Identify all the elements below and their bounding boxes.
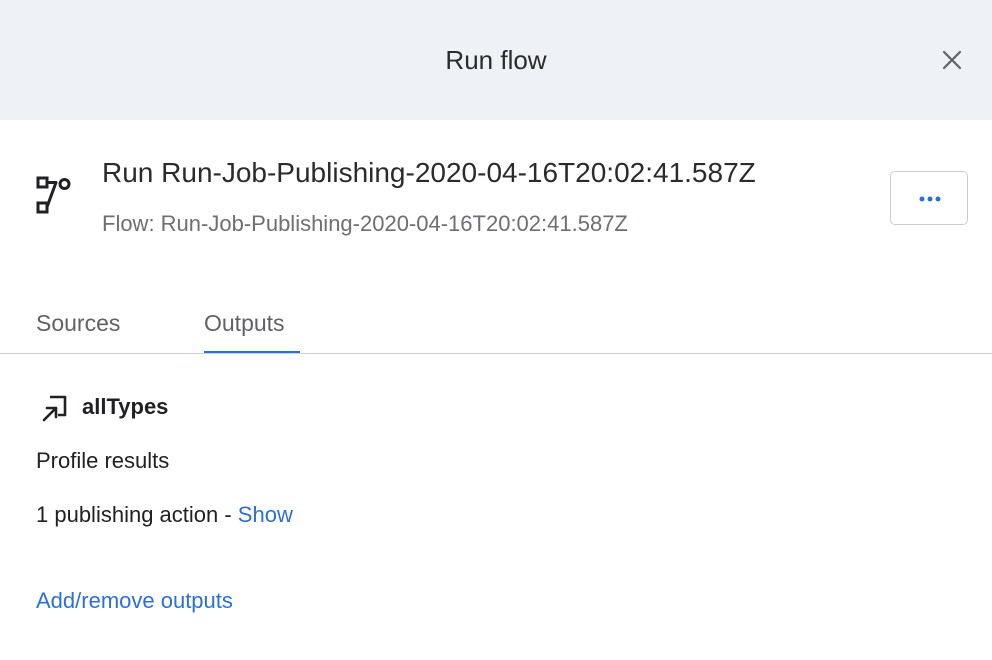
close-button[interactable] — [936, 44, 968, 76]
panel-header: Run flow — [0, 0, 992, 120]
tab-sources[interactable]: Sources — [36, 308, 120, 338]
tab-outputs[interactable]: Outputs — [204, 308, 285, 338]
publishing-count-text: 1 publishing action - — [36, 502, 238, 527]
close-icon — [942, 50, 962, 70]
add-remove-outputs-link[interactable]: Add/remove outputs — [36, 586, 233, 616]
run-title: Run Run-Job-Publishing-2020-04-16T20:02:… — [102, 157, 756, 188]
panel-title: Run flow — [445, 45, 547, 75]
show-publishing-link[interactable]: Show — [238, 502, 293, 527]
more-horizontal-icon — [919, 196, 941, 202]
more-options-button[interactable] — [890, 171, 968, 225]
output-name: allTypes — [82, 394, 169, 419]
run-flow-panel: Run flow Run Run-Job-Publishing-2020-04-… — [0, 0, 992, 660]
flow-subtitle: Flow: Run-Job-Publishing-2020-04-16T20:0… — [102, 211, 628, 236]
output-arrow-icon — [38, 392, 70, 424]
flow-icon — [36, 176, 72, 216]
active-tab-indicator — [204, 351, 300, 353]
publishing-actions-line: 1 publishing action - Show — [36, 500, 293, 530]
tab-bar: Sources Outputs — [0, 290, 992, 354]
profile-results-label: Profile results — [36, 448, 170, 473]
